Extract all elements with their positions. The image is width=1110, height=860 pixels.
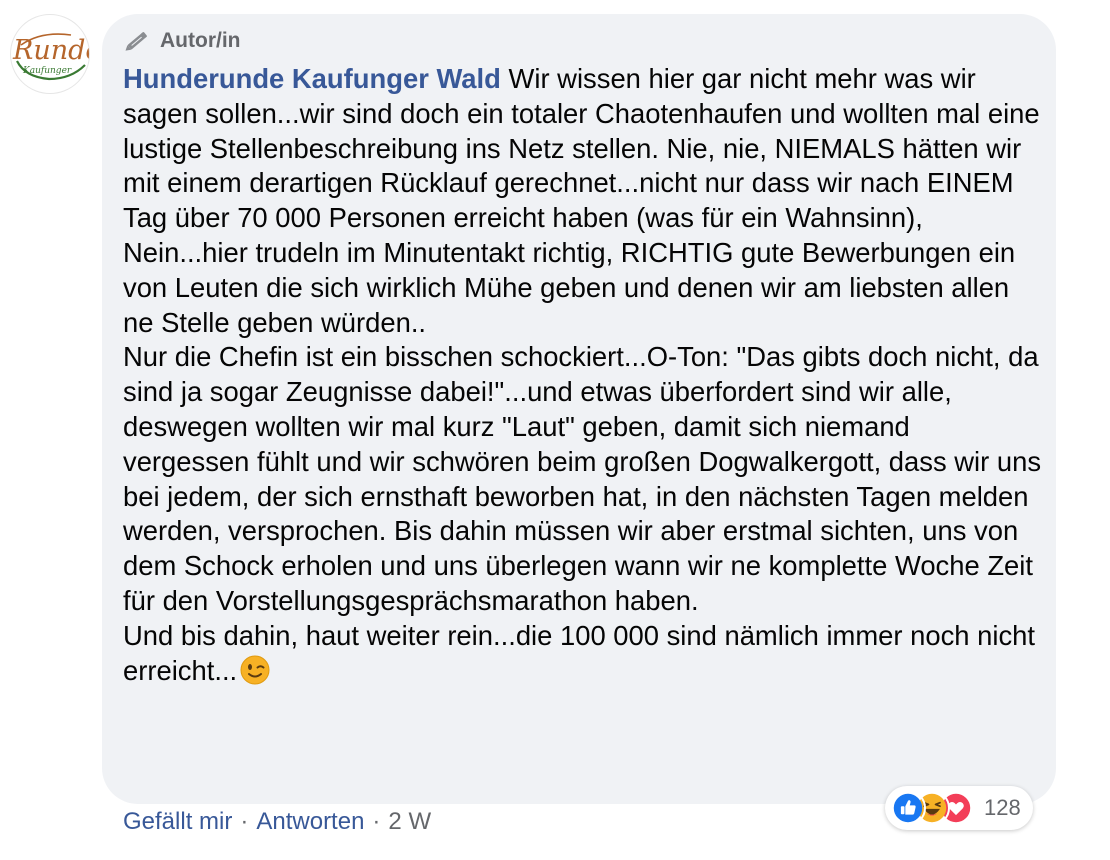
author-badge-label: Autor/in (160, 29, 241, 52)
reactions-summary[interactable]: 128 (885, 786, 1033, 830)
comment-paragraph: Nur die Chefin ist ein bisschen schockie… (123, 340, 1043, 618)
logo-text: Runde (12, 35, 89, 66)
comment-paragraph-text: Wir wissen hier gar nicht mehr was wir s… (123, 63, 1040, 338)
author-badge: Autor/in (122, 28, 240, 54)
comment-actions: Gefällt mir · Antworten · 2 W (123, 808, 431, 836)
page-avatar[interactable]: Runde Kaufunger (10, 14, 90, 94)
reply-button[interactable]: Antworten (256, 808, 364, 836)
hunderunde-logo-icon: Runde Kaufunger (12, 33, 89, 81)
comment-paragraph: Hunderunde Kaufunger Wald Wir wissen hie… (123, 62, 1043, 340)
comment-paragraph: Und bis dahin, haut weiter rein...die 10… (123, 619, 1043, 689)
comment-text: Hunderunde Kaufunger Wald Wir wissen hie… (123, 62, 1043, 688)
comment-screen: Runde Kaufunger Autor/in Hunderunde Kauf… (0, 0, 1110, 860)
comment-timestamp[interactable]: 2 W (388, 808, 431, 836)
comment-bubble: Autor/in Hunderunde Kaufunger Wald Wir w… (102, 14, 1056, 804)
separator-dot: · (372, 808, 381, 835)
wink-emoji-icon (240, 655, 270, 685)
like-button[interactable]: Gefällt mir (123, 808, 232, 836)
reaction-count: 128 (984, 795, 1021, 820)
pencil-icon (125, 32, 147, 51)
like-icon (890, 790, 926, 826)
author-name-link[interactable]: Hunderunde Kaufunger Wald (123, 63, 501, 94)
comment-paragraph-text: Nur die Chefin ist ein bisschen schockie… (123, 341, 1042, 616)
separator-dot: · (240, 808, 249, 835)
logo-subtext: Kaufunger (22, 66, 72, 76)
